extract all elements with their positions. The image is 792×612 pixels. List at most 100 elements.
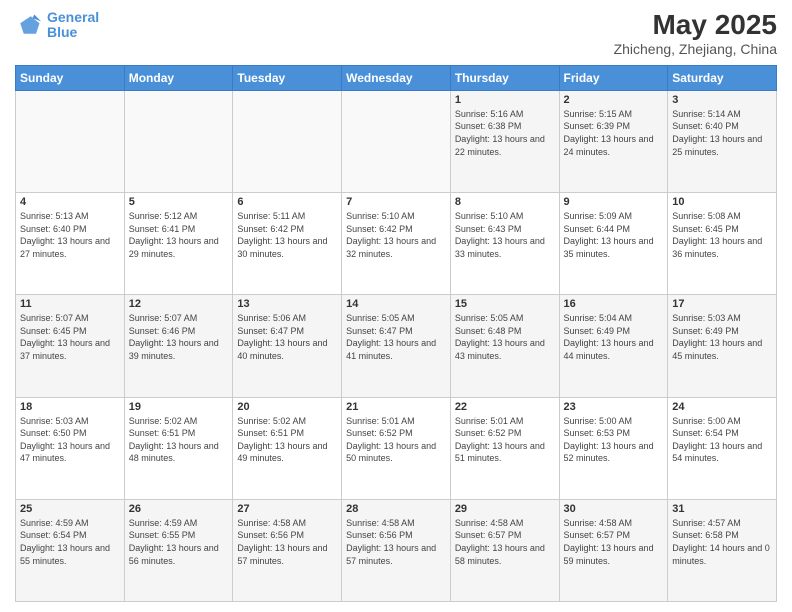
- day-number: 13: [237, 298, 337, 310]
- table-row: 2 Sunrise: 5:15 AMSunset: 6:39 PMDayligh…: [559, 90, 668, 192]
- table-row: 1 Sunrise: 5:16 AMSunset: 6:38 PMDayligh…: [450, 90, 559, 192]
- day-number: 28: [346, 503, 446, 515]
- day-detail: Sunrise: 4:57 AMSunset: 6:58 PMDaylight:…: [672, 517, 772, 567]
- day-number: 6: [237, 196, 337, 208]
- table-row: 7 Sunrise: 5:10 AMSunset: 6:42 PMDayligh…: [342, 193, 451, 295]
- day-detail: Sunrise: 5:09 AMSunset: 6:44 PMDaylight:…: [564, 210, 664, 260]
- day-number: 16: [564, 298, 664, 310]
- day-detail: Sunrise: 5:01 AMSunset: 6:52 PMDaylight:…: [346, 415, 446, 465]
- day-number: 5: [129, 196, 229, 208]
- table-row: 11 Sunrise: 5:07 AMSunset: 6:45 PMDaylig…: [16, 295, 125, 397]
- table-row: 20 Sunrise: 5:02 AMSunset: 6:51 PMDaylig…: [233, 397, 342, 499]
- table-row: 16 Sunrise: 5:04 AMSunset: 6:49 PMDaylig…: [559, 295, 668, 397]
- col-saturday: Saturday: [668, 65, 777, 90]
- day-number: 23: [564, 401, 664, 413]
- day-number: 20: [237, 401, 337, 413]
- day-detail: Sunrise: 5:07 AMSunset: 6:46 PMDaylight:…: [129, 312, 229, 362]
- day-detail: Sunrise: 4:58 AMSunset: 6:56 PMDaylight:…: [346, 517, 446, 567]
- day-detail: Sunrise: 4:58 AMSunset: 6:57 PMDaylight:…: [564, 517, 664, 567]
- day-detail: Sunrise: 5:00 AMSunset: 6:53 PMDaylight:…: [564, 415, 664, 465]
- day-detail: Sunrise: 5:12 AMSunset: 6:41 PMDaylight:…: [129, 210, 229, 260]
- day-detail: Sunrise: 5:01 AMSunset: 6:52 PMDaylight:…: [455, 415, 555, 465]
- day-detail: Sunrise: 5:10 AMSunset: 6:42 PMDaylight:…: [346, 210, 446, 260]
- page-subtitle: Zhicheng, Zhejiang, China: [614, 41, 777, 57]
- table-row: 19 Sunrise: 5:02 AMSunset: 6:51 PMDaylig…: [124, 397, 233, 499]
- table-row: 18 Sunrise: 5:03 AMSunset: 6:50 PMDaylig…: [16, 397, 125, 499]
- table-row: 3 Sunrise: 5:14 AMSunset: 6:40 PMDayligh…: [668, 90, 777, 192]
- day-number: 3: [672, 94, 772, 106]
- day-number: 14: [346, 298, 446, 310]
- day-number: 7: [346, 196, 446, 208]
- day-number: 19: [129, 401, 229, 413]
- day-number: 1: [455, 94, 555, 106]
- day-number: 31: [672, 503, 772, 515]
- day-detail: Sunrise: 5:06 AMSunset: 6:47 PMDaylight:…: [237, 312, 337, 362]
- table-row: [233, 90, 342, 192]
- table-row: [16, 90, 125, 192]
- day-number: 10: [672, 196, 772, 208]
- day-number: 24: [672, 401, 772, 413]
- table-row: 27 Sunrise: 4:58 AMSunset: 6:56 PMDaylig…: [233, 499, 342, 601]
- day-detail: Sunrise: 5:16 AMSunset: 6:38 PMDaylight:…: [455, 108, 555, 158]
- day-number: 15: [455, 298, 555, 310]
- table-row: 30 Sunrise: 4:58 AMSunset: 6:57 PMDaylig…: [559, 499, 668, 601]
- day-detail: Sunrise: 5:03 AMSunset: 6:49 PMDaylight:…: [672, 312, 772, 362]
- table-row: [124, 90, 233, 192]
- table-row: 31 Sunrise: 4:57 AMSunset: 6:58 PMDaylig…: [668, 499, 777, 601]
- title-block: May 2025 Zhicheng, Zhejiang, China: [614, 10, 777, 57]
- day-detail: Sunrise: 5:10 AMSunset: 6:43 PMDaylight:…: [455, 210, 555, 260]
- day-detail: Sunrise: 4:59 AMSunset: 6:55 PMDaylight:…: [129, 517, 229, 567]
- calendar-week-row: 11 Sunrise: 5:07 AMSunset: 6:45 PMDaylig…: [16, 295, 777, 397]
- day-number: 22: [455, 401, 555, 413]
- col-tuesday: Tuesday: [233, 65, 342, 90]
- table-row: 28 Sunrise: 4:58 AMSunset: 6:56 PMDaylig…: [342, 499, 451, 601]
- day-detail: Sunrise: 5:11 AMSunset: 6:42 PMDaylight:…: [237, 210, 337, 260]
- day-number: 29: [455, 503, 555, 515]
- table-row: 25 Sunrise: 4:59 AMSunset: 6:54 PMDaylig…: [16, 499, 125, 601]
- day-detail: Sunrise: 5:08 AMSunset: 6:45 PMDaylight:…: [672, 210, 772, 260]
- logo: General Blue: [15, 10, 99, 41]
- logo-text: General Blue: [47, 10, 99, 41]
- calendar-week-row: 25 Sunrise: 4:59 AMSunset: 6:54 PMDaylig…: [16, 499, 777, 601]
- logo-general: General: [47, 9, 99, 25]
- page-title: May 2025: [614, 10, 777, 41]
- table-row: 13 Sunrise: 5:06 AMSunset: 6:47 PMDaylig…: [233, 295, 342, 397]
- table-row: 12 Sunrise: 5:07 AMSunset: 6:46 PMDaylig…: [124, 295, 233, 397]
- table-row: 14 Sunrise: 5:05 AMSunset: 6:47 PMDaylig…: [342, 295, 451, 397]
- calendar-week-row: 18 Sunrise: 5:03 AMSunset: 6:50 PMDaylig…: [16, 397, 777, 499]
- calendar-table: Sunday Monday Tuesday Wednesday Thursday…: [15, 65, 777, 602]
- day-detail: Sunrise: 5:07 AMSunset: 6:45 PMDaylight:…: [20, 312, 120, 362]
- day-number: 2: [564, 94, 664, 106]
- calendar-week-row: 1 Sunrise: 5:16 AMSunset: 6:38 PMDayligh…: [16, 90, 777, 192]
- table-row: 17 Sunrise: 5:03 AMSunset: 6:49 PMDaylig…: [668, 295, 777, 397]
- logo-icon: [15, 11, 43, 39]
- table-row: 8 Sunrise: 5:10 AMSunset: 6:43 PMDayligh…: [450, 193, 559, 295]
- day-number: 27: [237, 503, 337, 515]
- logo-blue: Blue: [47, 24, 77, 40]
- header: General Blue May 2025 Zhicheng, Zhejiang…: [15, 10, 777, 57]
- calendar-header-row: Sunday Monday Tuesday Wednesday Thursday…: [16, 65, 777, 90]
- day-number: 26: [129, 503, 229, 515]
- table-row: 6 Sunrise: 5:11 AMSunset: 6:42 PMDayligh…: [233, 193, 342, 295]
- col-sunday: Sunday: [16, 65, 125, 90]
- day-number: 30: [564, 503, 664, 515]
- page: General Blue May 2025 Zhicheng, Zhejiang…: [0, 0, 792, 612]
- table-row: 15 Sunrise: 5:05 AMSunset: 6:48 PMDaylig…: [450, 295, 559, 397]
- day-detail: Sunrise: 5:02 AMSunset: 6:51 PMDaylight:…: [237, 415, 337, 465]
- table-row: 29 Sunrise: 4:58 AMSunset: 6:57 PMDaylig…: [450, 499, 559, 601]
- table-row: 9 Sunrise: 5:09 AMSunset: 6:44 PMDayligh…: [559, 193, 668, 295]
- day-number: 8: [455, 196, 555, 208]
- day-number: 25: [20, 503, 120, 515]
- day-detail: Sunrise: 5:05 AMSunset: 6:48 PMDaylight:…: [455, 312, 555, 362]
- table-row: 10 Sunrise: 5:08 AMSunset: 6:45 PMDaylig…: [668, 193, 777, 295]
- day-number: 18: [20, 401, 120, 413]
- day-detail: Sunrise: 4:58 AMSunset: 6:56 PMDaylight:…: [237, 517, 337, 567]
- table-row: [342, 90, 451, 192]
- day-number: 4: [20, 196, 120, 208]
- col-wednesday: Wednesday: [342, 65, 451, 90]
- table-row: 22 Sunrise: 5:01 AMSunset: 6:52 PMDaylig…: [450, 397, 559, 499]
- col-friday: Friday: [559, 65, 668, 90]
- table-row: 4 Sunrise: 5:13 AMSunset: 6:40 PMDayligh…: [16, 193, 125, 295]
- table-row: 21 Sunrise: 5:01 AMSunset: 6:52 PMDaylig…: [342, 397, 451, 499]
- day-detail: Sunrise: 5:02 AMSunset: 6:51 PMDaylight:…: [129, 415, 229, 465]
